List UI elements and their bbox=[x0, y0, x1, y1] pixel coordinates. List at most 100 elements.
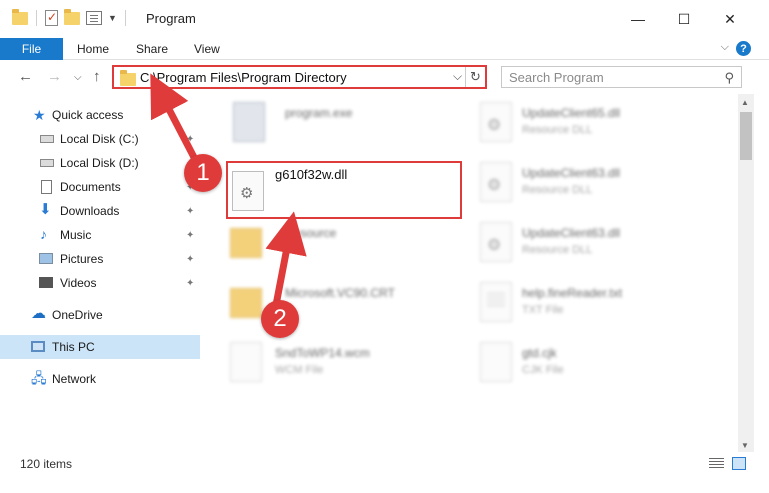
sidebar-item-network[interactable]: 🖧 Network bbox=[0, 367, 200, 391]
recent-locations-chevron-icon[interactable]: ⌵ bbox=[74, 72, 82, 83]
sidebar-item-local-disk-d[interactable]: Local Disk (D:) bbox=[0, 151, 200, 175]
file-name: SndToWP14.wcm bbox=[275, 346, 370, 360]
view-icon[interactable] bbox=[86, 11, 102, 25]
sidebar-item-label: Local Disk (C:) bbox=[60, 132, 139, 146]
help-icon[interactable]: ? bbox=[736, 41, 751, 56]
address-path[interactable]: C:\Program Files\Program Directory bbox=[140, 70, 347, 85]
step1-badge: 1 bbox=[184, 154, 222, 192]
tab-view[interactable]: View bbox=[194, 42, 220, 56]
sidebar-item-this-pc[interactable]: This PC bbox=[0, 335, 200, 359]
sidebar-item-label: Videos bbox=[60, 276, 97, 290]
drive-icon bbox=[40, 159, 54, 167]
ribbon: File Home Share View ⌵ ? bbox=[0, 38, 769, 60]
forward-arrow-icon[interactable]: → bbox=[47, 68, 62, 85]
new-folder-icon[interactable] bbox=[64, 8, 80, 25]
toolbar-divider bbox=[36, 10, 37, 26]
back-arrow-icon[interactable]: ← bbox=[18, 68, 33, 85]
large-icons-view-icon[interactable] bbox=[732, 457, 746, 470]
scroll-up-icon[interactable]: ▲ bbox=[741, 98, 749, 107]
network-icon: 🖧 bbox=[31, 370, 47, 386]
folder-item[interactable]: Resource bbox=[230, 222, 470, 266]
expand-ribbon-chevron-icon[interactable]: ⌵ bbox=[721, 41, 729, 54]
videos-icon bbox=[39, 277, 53, 288]
sidebar-item-local-disk-c[interactable]: Local Disk (C:) ✦ bbox=[0, 127, 200, 151]
properties-icon[interactable] bbox=[45, 10, 58, 26]
sidebar-item-pictures[interactable]: Pictures ✦ bbox=[0, 247, 200, 271]
sidebar-item-label: Documents bbox=[60, 180, 121, 194]
minimize-icon: — bbox=[631, 11, 645, 27]
file-item[interactable]: ⚙ UpdateClient63.dll Resource DLL bbox=[480, 222, 720, 266]
item-count: 120 items bbox=[20, 457, 73, 471]
scroll-down-icon[interactable]: ▼ bbox=[741, 441, 749, 450]
navigation-bar: ← → ⌵ ↑ C:\Program Files\Program Directo… bbox=[0, 60, 769, 94]
up-arrow-icon[interactable]: ↑ bbox=[93, 68, 101, 85]
folder-icon bbox=[230, 228, 262, 258]
file-name: Resource bbox=[285, 226, 337, 240]
status-bar: 120 items bbox=[0, 452, 769, 476]
pin-icon: ✦ bbox=[186, 253, 195, 265]
highlighted-file-item[interactable]: ⚙ g610f32w.dll bbox=[226, 161, 462, 219]
file-item[interactable]: gtd.cjk CJK File bbox=[480, 342, 720, 386]
pin-icon: ✦ bbox=[186, 133, 195, 145]
downloads-icon: ⬇ bbox=[39, 201, 52, 218]
dll-icon: ⚙ bbox=[232, 171, 264, 211]
sidebar-item-onedrive[interactable]: ☁ OneDrive bbox=[0, 303, 200, 327]
file-item[interactable]: help.fineReader.txt TXT File bbox=[480, 282, 720, 326]
navigation-pane: ★ Quick access Local Disk (C:) ✦ Local D… bbox=[0, 100, 200, 452]
maximize-button[interactable]: ☐ bbox=[661, 0, 707, 38]
pin-icon: ✦ bbox=[186, 205, 195, 217]
file-name: program.exe bbox=[285, 106, 353, 120]
file-item[interactable]: ⚙ UpdateClient63.dll Resource DLL bbox=[480, 162, 720, 206]
sidebar-item-label: Pictures bbox=[60, 252, 104, 266]
file-name: g610f32w.dll bbox=[275, 167, 348, 182]
sidebar-item-label: OneDrive bbox=[52, 308, 103, 322]
file-name: help.fineReader.txt bbox=[522, 286, 623, 300]
sidebar-item-music[interactable]: ♪ Music ✦ bbox=[0, 223, 200, 247]
file-item[interactable]: SndToWP14.wcm WCM File bbox=[230, 342, 470, 386]
file-type: Resource DLL bbox=[522, 184, 593, 196]
file-icon bbox=[480, 342, 512, 382]
sidebar-item-label: Music bbox=[60, 228, 92, 242]
vertical-scrollbar[interactable]: ▲ ▼ bbox=[738, 94, 754, 452]
title-bar: ▼ Program — ☐ ✕ bbox=[0, 0, 769, 38]
details-view-icon[interactable] bbox=[709, 458, 724, 470]
file-type: Resource DLL bbox=[522, 244, 593, 256]
file-name: UpdateClient65.dll bbox=[522, 106, 621, 120]
sidebar-item-downloads[interactable]: ⬇ Downloads ✦ bbox=[0, 199, 200, 223]
search-placeholder: Search Program bbox=[509, 70, 604, 85]
customize-toolbar-chevron-icon[interactable]: ▼ bbox=[108, 13, 117, 23]
sidebar-item-quick-access[interactable]: ★ Quick access bbox=[0, 103, 200, 127]
file-item[interactable]: program.exe bbox=[233, 102, 473, 146]
window-title: Program bbox=[146, 11, 196, 26]
search-input[interactable]: Search Program ⚲ bbox=[501, 66, 742, 88]
file-type: TXT File bbox=[522, 304, 564, 316]
file-type: Resource DLL bbox=[522, 124, 593, 136]
tab-file[interactable]: File bbox=[0, 38, 63, 60]
sidebar-item-documents[interactable]: Documents ✦ bbox=[0, 175, 200, 199]
tab-share[interactable]: Share bbox=[136, 42, 168, 56]
pin-icon: ✦ bbox=[186, 277, 195, 289]
star-icon: ★ bbox=[33, 107, 46, 123]
tab-home[interactable]: Home bbox=[77, 42, 109, 56]
maximize-icon: ☐ bbox=[677, 10, 691, 27]
address-dropdown-chevron-icon[interactable]: ⌵ bbox=[453, 69, 462, 84]
address-bar[interactable]: C:\Program Files\Program Directory ⌵ ↻ bbox=[112, 65, 487, 89]
drive-icon bbox=[40, 135, 54, 143]
sidebar-item-label: Downloads bbox=[60, 204, 120, 218]
file-type: WCM File bbox=[275, 364, 324, 376]
close-button[interactable]: ✕ bbox=[707, 0, 753, 38]
file-name: Microsoft.VC90.CRT bbox=[285, 286, 395, 300]
window-bottom-edge bbox=[0, 476, 769, 493]
sidebar-item-videos[interactable]: Videos ✦ bbox=[0, 271, 200, 295]
sidebar-item-label: This PC bbox=[52, 340, 95, 354]
minimize-button[interactable]: — bbox=[615, 0, 661, 38]
pin-icon: ✦ bbox=[186, 229, 195, 241]
sidebar-item-label: Quick access bbox=[52, 108, 124, 122]
search-icon[interactable]: ⚲ bbox=[724, 70, 734, 86]
step2-badge: 2 bbox=[261, 300, 299, 338]
refresh-icon[interactable]: ↻ bbox=[465, 67, 485, 87]
txt-icon bbox=[480, 282, 512, 322]
scrollbar-thumb[interactable] bbox=[740, 112, 752, 160]
file-item[interactable]: ⚙ UpdateClient65.dll Resource DLL bbox=[480, 102, 720, 146]
file-name: UpdateClient63.dll bbox=[522, 166, 621, 180]
